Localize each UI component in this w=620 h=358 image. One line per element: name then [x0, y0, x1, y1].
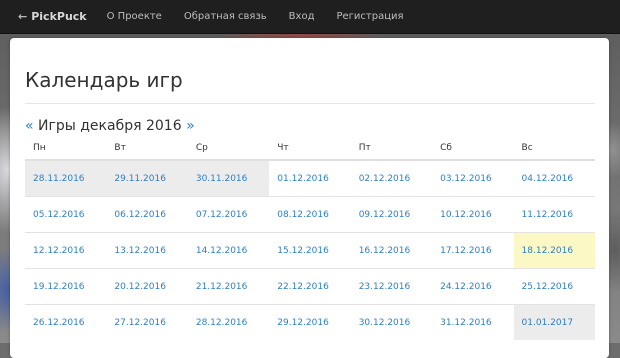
day-cell[interactable]: 03.12.2016 [432, 159, 514, 197]
calendar-week-row: 26.12.2016 27.12.2016 28.12.2016 29.12.2… [25, 304, 595, 340]
day-cell[interactable]: 13.12.2016 [106, 232, 188, 269]
day-cell[interactable]: 16.12.2016 [350, 232, 433, 269]
top-navbar: ← PickPuck О Проекте Обратная связь Вход… [0, 0, 620, 34]
day-cell[interactable]: 30.12.2016 [350, 304, 433, 340]
back-arrow-icon: ← [18, 10, 28, 23]
page-title: Календарь игр [25, 68, 183, 92]
day-cell[interactable]: 27.12.2016 [106, 304, 188, 340]
day-cell[interactable]: 04.12.2016 [513, 159, 595, 197]
nav-login[interactable]: Вход [289, 11, 315, 22]
day-cell[interactable]: 09.12.2016 [350, 196, 433, 233]
day-cell[interactable]: 28.11.2016 [25, 159, 107, 197]
day-cell[interactable]: 10.12.2016 [432, 196, 514, 233]
nav-about[interactable]: О Проекте [107, 11, 162, 22]
next-month-link[interactable]: » [186, 118, 195, 134]
day-cell[interactable]: 06.12.2016 [106, 196, 188, 233]
day-cell[interactable]: 30.11.2016 [187, 159, 270, 197]
month-label: Игры декабря 2016 [38, 118, 182, 134]
day-cell[interactable]: 31.12.2016 [432, 304, 514, 340]
nav-register[interactable]: Регистрация [336, 11, 403, 22]
day-cell[interactable]: 28.12.2016 [187, 304, 270, 340]
title-divider [25, 103, 595, 104]
weekday-fri: Пт [350, 143, 433, 161]
day-cell[interactable]: 25.12.2016 [513, 268, 595, 305]
day-cell[interactable]: 22.12.2016 [269, 268, 351, 305]
brand-link[interactable]: ← PickPuck [18, 10, 87, 23]
weekday-thu: Чт [269, 143, 351, 161]
day-cell[interactable]: 23.12.2016 [350, 268, 433, 305]
day-cell[interactable]: 26.12.2016 [25, 304, 107, 340]
day-cell[interactable]: 21.12.2016 [187, 268, 270, 305]
day-cell[interactable]: 05.12.2016 [25, 196, 107, 233]
calendar-week-row: 05.12.2016 06.12.2016 07.12.2016 08.12.2… [25, 196, 595, 233]
weekday-header-row: Пн Вт Ср Чт Пт Сб Вс [25, 143, 595, 161]
weekday-wed: Ср [187, 143, 270, 161]
weekday-mon: Пн [25, 143, 107, 161]
day-cell[interactable]: 17.12.2016 [432, 232, 514, 269]
day-cell[interactable]: 02.12.2016 [350, 159, 433, 197]
calendar-table: Пн Вт Ср Чт Пт Сб Вс 28.11.2016 29.11.20… [25, 143, 595, 340]
day-cell[interactable]: 01.12.2016 [269, 159, 351, 197]
day-cell[interactable]: 15.12.2016 [269, 232, 351, 269]
calendar-week-row: 12.12.2016 13.12.2016 14.12.2016 15.12.2… [25, 232, 595, 269]
calendar-week-row: 28.11.2016 29.11.2016 30.11.2016 01.12.2… [25, 159, 595, 197]
day-cell[interactable]: 12.12.2016 [25, 232, 107, 269]
day-cell[interactable]: 24.12.2016 [432, 268, 514, 305]
day-cell[interactable]: 11.12.2016 [513, 196, 595, 233]
weekday-sat: Сб [432, 143, 514, 161]
brand-label: PickPuck [31, 10, 87, 23]
weekday-tue: Вт [106, 143, 188, 161]
calendar-week-row: 19.12.2016 20.12.2016 21.12.2016 22.12.2… [25, 268, 595, 305]
day-cell[interactable]: 20.12.2016 [106, 268, 188, 305]
today-cell[interactable]: 18.12.2016 [513, 232, 595, 269]
day-cell[interactable]: 29.11.2016 [106, 159, 188, 197]
day-cell[interactable]: 14.12.2016 [187, 232, 270, 269]
day-cell[interactable]: 01.01.2017 [513, 304, 595, 340]
month-heading: « Игры декабря 2016 » [25, 118, 195, 134]
prev-month-link[interactable]: « [25, 118, 34, 134]
day-cell[interactable]: 19.12.2016 [25, 268, 107, 305]
nav-feedback[interactable]: Обратная связь [184, 11, 267, 22]
weekday-sun: Вс [513, 143, 595, 161]
day-cell[interactable]: 29.12.2016 [269, 304, 351, 340]
day-cell[interactable]: 07.12.2016 [187, 196, 270, 233]
day-cell[interactable]: 08.12.2016 [269, 196, 351, 233]
content-panel: Календарь игр « Игры декабря 2016 » Пн В… [10, 38, 609, 358]
